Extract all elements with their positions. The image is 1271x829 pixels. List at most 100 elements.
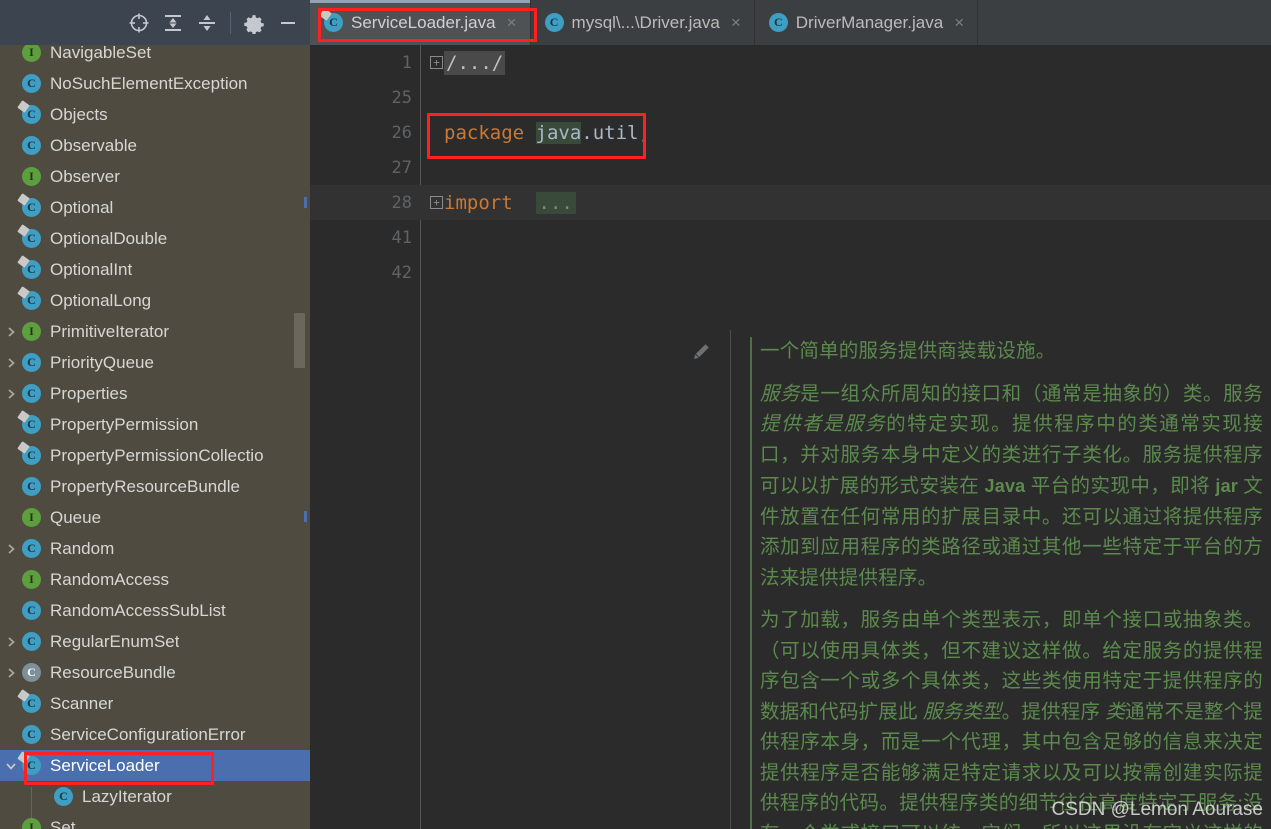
tree-item-regularenumset[interactable]: C RegularEnumSet [0, 626, 310, 657]
tree-item-observable[interactable]: C Observable [0, 130, 310, 161]
tree-item-label: Properties [50, 383, 128, 403]
tree-item-propertypermissioncollectio[interactable]: C PropertyPermissionCollectio [0, 440, 310, 471]
code-line[interactable]: 28 + import ... [310, 185, 1271, 220]
code-line[interactable]: 26 package java.util; [310, 115, 1271, 150]
class-icon: C [22, 539, 41, 558]
expand-all-icon[interactable] [157, 7, 189, 39]
final-modifier-mark [17, 193, 30, 206]
package-rest: .util; [581, 121, 650, 144]
tree-item-label: NavigableSet [50, 45, 152, 62]
line-number: 41 [391, 227, 412, 248]
tree-item-observer[interactable]: I Observer [0, 161, 310, 192]
tree-item-label: Set [50, 817, 76, 829]
tab-close-icon[interactable]: × [731, 14, 741, 31]
chevron-down-icon[interactable] [0, 760, 22, 772]
tree-item-randomaccesssublist[interactable]: C RandomAccessSubList [0, 595, 310, 626]
documentation-panel[interactable]: 一个简单的服务提供商装载设施。 服务是一组众所周知的接口和（通常是抽象的）类。服务… [730, 330, 1271, 829]
class-icon: C [54, 787, 73, 806]
class-icon: C [17, 100, 41, 124]
tree-item-propertypermission[interactable]: C PropertyPermission [0, 409, 310, 440]
code-line[interactable]: 27 [310, 150, 1271, 185]
tree-item-lazyiterator[interactable]: C LazyIterator [0, 781, 310, 812]
tree-item-randomaccess[interactable]: I RandomAccess [0, 564, 310, 595]
tree-item-priorityqueue[interactable]: C PriorityQueue [0, 347, 310, 378]
tree-item-label: LazyIterator [82, 786, 172, 806]
tree-item-properties[interactable]: C Properties [0, 378, 310, 409]
chevron-right-icon[interactable] [0, 388, 22, 400]
code-line[interactable]: 42 [310, 255, 1271, 290]
code-text: import ... [444, 191, 576, 214]
doc-paragraph-p1: 一个简单的服务提供商装载设施。 [760, 341, 1056, 362]
tree-item-optionaldouble[interactable]: C OptionalDouble [0, 223, 310, 254]
tree-item-label: Scanner [50, 693, 114, 713]
collapsed-imports[interactable]: ... [535, 191, 576, 214]
interface-icon: I [22, 45, 41, 62]
class-icon: C [22, 384, 41, 403]
project-tree: I NavigableSet C NoSuchElementException C Obj… [0, 45, 310, 829]
code-line[interactable]: 41 [310, 220, 1271, 255]
line-gutter: 25 [310, 80, 420, 115]
main-body: I NavigableSet C NoSuchElementException C Obj… [0, 45, 1271, 829]
line-number: 28 [391, 192, 412, 213]
line-number: 42 [391, 262, 412, 283]
project-tree-panel[interactable]: I NavigableSet C NoSuchElementException C Obj… [0, 45, 310, 829]
code-line[interactable]: 25 [310, 80, 1271, 115]
chevron-right-icon[interactable] [0, 326, 22, 338]
tree-item-label: PrimitiveIterator [50, 321, 170, 341]
fold-toggle-icon[interactable]: + [430, 196, 443, 209]
pencil-icon[interactable] [690, 341, 712, 363]
chevron-right-icon[interactable] [0, 543, 22, 555]
tab-close-icon[interactable]: × [954, 14, 964, 31]
fold-toggle-icon[interactable]: + [430, 56, 443, 69]
code-editor[interactable]: 1 + /.../ 25 26 package java.util; 27 28… [310, 45, 1271, 829]
editor-tab-bar: C ServiceLoader.java × C mysql\...\Drive… [310, 0, 1271, 45]
tab-serviceloader[interactable]: C ServiceLoader.java × [310, 0, 531, 45]
tree-item-scanner[interactable]: C Scanner [0, 688, 310, 719]
tree-item-serviceconfigurationerror[interactable]: C ServiceConfigurationError [0, 719, 310, 750]
tab-close-icon[interactable]: × [507, 14, 517, 31]
tree-item-optional[interactable]: C Optional [0, 192, 310, 223]
gear-icon[interactable] [238, 7, 270, 39]
tree-item-random[interactable]: C Random [0, 533, 310, 564]
interface-icon: I [22, 570, 41, 589]
final-modifier-mark [17, 689, 30, 702]
collapsed-comment[interactable]: /.../ [444, 50, 506, 75]
class-icon: C [22, 725, 41, 744]
line-gutter: 27 [310, 150, 420, 185]
tree-item-label: PropertyPermission [50, 414, 199, 434]
tree-item-objects[interactable]: C Objects [0, 99, 310, 130]
tree-item-propertyresourcebundle[interactable]: C PropertyResourceBundle [0, 471, 310, 502]
class-icon: C [17, 224, 41, 248]
tree-item-optionalint[interactable]: C OptionalInt [0, 254, 310, 285]
tree-item-set[interactable]: I Set [0, 812, 310, 829]
sidebar-marker-tick [304, 768, 307, 779]
class-icon: C [768, 13, 788, 32]
tree-item-label: ServiceLoader [50, 755, 160, 775]
line-gutter: 26 [310, 115, 420, 150]
tree-item-label: OptionalInt [50, 259, 133, 279]
minimize-icon[interactable] [272, 7, 304, 39]
tree-item-resourcebundle[interactable]: C ResourceBundle [0, 657, 310, 688]
code-line[interactable]: 1 + /.../ [310, 45, 1271, 80]
collapse-all-icon[interactable] [191, 7, 223, 39]
tree-item-primitiveiterator[interactable]: I PrimitiveIterator [0, 316, 310, 347]
tab-mysql-driver[interactable]: C mysql\...\Driver.java × [531, 0, 755, 45]
final-modifier-mark [17, 255, 30, 268]
chevron-right-icon[interactable] [0, 357, 22, 369]
locate-icon[interactable] [123, 7, 155, 39]
tree-item-navigableset[interactable]: I NavigableSet [0, 45, 310, 68]
line-gutter: 1 + [310, 45, 443, 80]
tree-item-optionallong[interactable]: C OptionalLong [0, 285, 310, 316]
top-row: C ServiceLoader.java × C mysql\...\Drive… [0, 0, 1271, 45]
interface-icon: I [22, 322, 41, 341]
line-gutter: 28 + [310, 185, 443, 220]
sidebar-scrollbar-thumb[interactable] [294, 313, 305, 368]
tree-item-serviceloader[interactable]: C ServiceLoader [0, 750, 310, 781]
chevron-right-icon[interactable] [0, 636, 22, 648]
tree-item-queue[interactable]: I Queue [0, 502, 310, 533]
tree-item-nosuchelementexception[interactable]: C NoSuchElementException [0, 68, 310, 99]
final-modifier-mark [17, 100, 30, 113]
chevron-right-icon[interactable] [0, 667, 22, 679]
interface-icon: I [22, 508, 41, 527]
tab-drivermanager[interactable]: C DriverManager.java × [755, 0, 979, 45]
